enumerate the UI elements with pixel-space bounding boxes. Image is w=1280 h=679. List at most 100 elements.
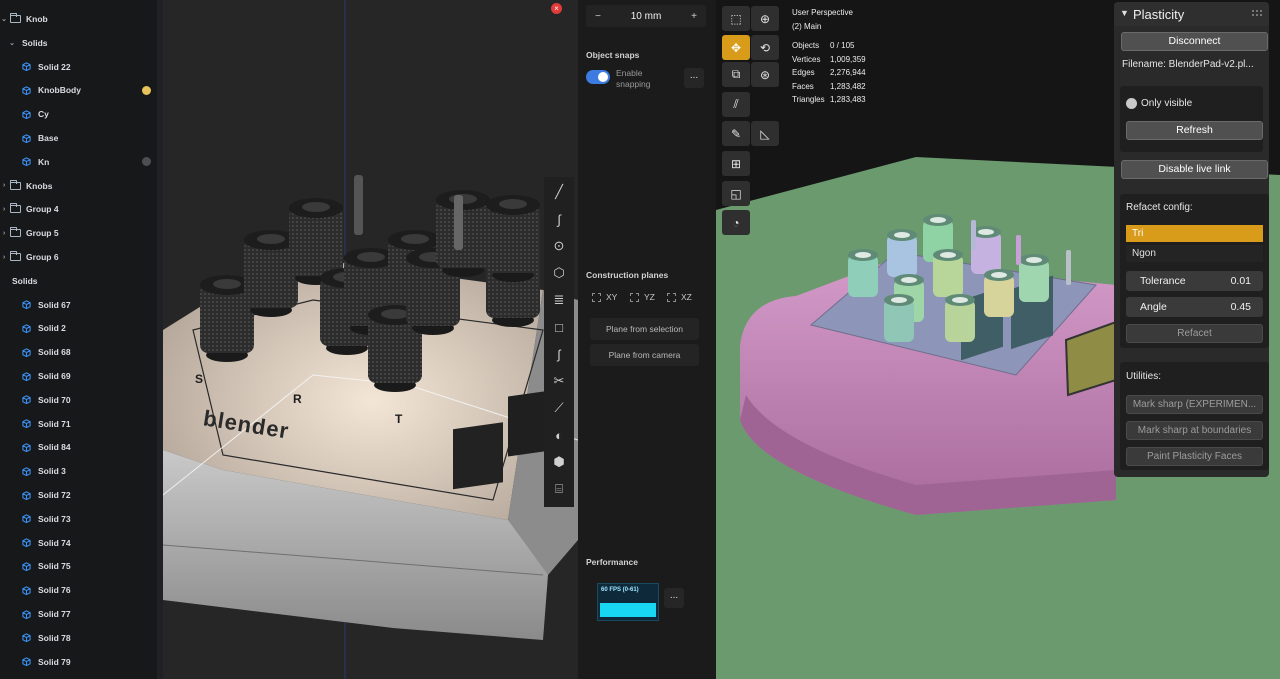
plane-yz-button[interactable]: YZ (630, 290, 655, 304)
measure-tool[interactable]: ◺ (751, 121, 779, 146)
mark-sharp-boundaries-button[interactable]: Mark sharp at boundaries (1126, 421, 1263, 440)
mark-sharp-experimental-button[interactable]: Mark sharp (EXPERIMEN... (1126, 395, 1263, 414)
chevron-down-icon[interactable]: ▼ (1120, 8, 1129, 18)
plasticity-viewport[interactable]: S R T blender (163, 0, 578, 679)
line-tool-icon[interactable]: ╱ (550, 183, 568, 201)
polygon-tool-icon[interactable]: ⬡ (550, 264, 568, 282)
disconnect-button[interactable]: Disconnect (1121, 32, 1268, 51)
chevron-right-icon[interactable]: › (0, 182, 8, 189)
select-box-tool[interactable]: ⬚ (722, 6, 750, 31)
visibility-dot[interactable] (142, 157, 151, 167)
cursor-tool[interactable]: ⊕ (751, 6, 779, 31)
plane-from-camera-button[interactable]: Plane from camera (590, 344, 699, 366)
refacet-button[interactable]: Refacet (1126, 324, 1263, 343)
database-tool-icon[interactable]: ⌸ (550, 480, 568, 498)
curve-tool-icon[interactable]: ∫ (550, 210, 568, 228)
folder-icon (10, 251, 21, 261)
outliner-item[interactable]: Solid 74 (0, 532, 163, 554)
visibility-dot[interactable] (142, 85, 151, 95)
outliner-item[interactable]: Solid 84 (0, 436, 163, 458)
outliner-item[interactable]: Solid 73 (0, 508, 163, 530)
snap-options-button[interactable]: ... (684, 68, 704, 88)
outliner-item[interactable]: Cy (0, 103, 163, 125)
outliner-item[interactable]: ⌄ Knob (0, 8, 163, 30)
disable-live-link-button[interactable]: Disable live link (1121, 160, 1268, 179)
transform-tool[interactable]: ⊛ (751, 62, 779, 87)
facet-mode-ngon[interactable]: Ngon (1126, 245, 1263, 262)
outliner-item[interactable]: Solid 70 (0, 389, 163, 411)
circle-tool-icon[interactable]: ⊙ (550, 237, 568, 255)
add-cube-tool[interactable]: ⊞ (722, 151, 750, 176)
facet-mode-tri[interactable]: Tri (1126, 225, 1263, 242)
outliner-item[interactable]: Solid 3 (0, 460, 163, 482)
outliner-item[interactable]: Solid 69 (0, 365, 163, 387)
grid-size-stepper[interactable]: − 10 mm + (586, 5, 706, 27)
outliner-item[interactable]: › Group 4 (0, 198, 163, 220)
outliner-item[interactable]: Base (0, 127, 163, 149)
fillet-tool-icon[interactable]: ⟋ (550, 399, 568, 417)
scale-tool[interactable]: ⧉ (722, 62, 750, 87)
enable-snapping-toggle[interactable] (586, 70, 610, 84)
performance-options-button[interactable]: ... (664, 588, 684, 608)
stat-row: Faces 1,283,482 (792, 80, 866, 94)
outliner-item[interactable]: Solid 71 (0, 413, 163, 435)
object-snaps-heading: Object snaps (586, 50, 640, 60)
outliner-item[interactable]: Solid 75 (0, 555, 163, 577)
outliner-item[interactable]: Solid 2 (0, 317, 163, 339)
blender-viewport[interactable]: ⬚ ⊕ ✥ ⟲ ⧉ ⊛ ⫽ ✎ ◺ ⊞ ◱ ◔ User Perspective… (716, 0, 1280, 679)
refresh-button[interactable]: Refresh (1126, 121, 1263, 140)
outliner-panel: ⌄ Knob ⌄ Solids Solid 22 KnobBody Cy Base Kn › Kno… (0, 0, 163, 679)
rectangle-tool-icon[interactable]: □ (550, 318, 568, 336)
outliner-item[interactable]: Solid 22 (0, 56, 163, 78)
outliner-item[interactable]: Solid 77 (0, 603, 163, 625)
outliner-item[interactable]: › Group 6 (0, 246, 163, 268)
outliner-item[interactable]: › Knobs (0, 175, 163, 197)
increment-button[interactable]: + (682, 11, 706, 22)
chevron-down-icon[interactable]: ⌄ (8, 39, 16, 47)
draw-tool[interactable]: ✎ (722, 121, 750, 146)
scissors-tool-icon[interactable]: ✂ (550, 372, 568, 390)
stat-value: 1,009,359 (830, 54, 866, 64)
outliner-item[interactable]: Solid 68 (0, 341, 163, 363)
outliner-item-label: Kn (38, 156, 50, 167)
chevron-right-icon[interactable]: › (0, 230, 8, 237)
scale-icon: ⧉ (731, 67, 741, 81)
outliner-item[interactable]: Solids (0, 270, 163, 292)
only-visible-radio[interactable] (1126, 98, 1137, 109)
paint-plasticity-faces-button[interactable]: Paint Plasticity Faces (1126, 447, 1263, 466)
cylinder-tool-icon[interactable]: ≣ (550, 291, 568, 309)
outliner-item[interactable]: Solid 80 (0, 674, 163, 679)
extrude-tool[interactable]: ◱ (722, 181, 750, 206)
plane-xz-button[interactable]: XZ (667, 290, 692, 304)
drag-handle-icon[interactable] (1252, 10, 1262, 16)
outliner-item[interactable]: Kn (0, 151, 163, 173)
outliner-item[interactable]: › Group 5 (0, 222, 163, 244)
rotate-tool[interactable]: ⟲ (751, 35, 779, 60)
outliner-item[interactable]: Solid 78 (0, 627, 163, 649)
decrement-button[interactable]: − (586, 11, 610, 22)
outliner-item[interactable]: Solid 79 (0, 651, 163, 673)
chevron-right-icon[interactable]: › (0, 254, 8, 261)
box-tool-icon[interactable]: ⬢ (550, 453, 568, 471)
outliner-item[interactable]: ⌄ Solids (0, 32, 163, 54)
tolerance-field[interactable]: Tolerance 0.01 (1126, 271, 1263, 291)
outliner-item[interactable]: Solid 67 (0, 294, 163, 316)
plane-xy-button[interactable]: XY (592, 290, 617, 304)
move-tool[interactable]: ✥ (722, 35, 750, 60)
spin-tool[interactable]: ◔ (722, 210, 750, 235)
plane-from-selection-button[interactable]: Plane from selection (590, 318, 699, 340)
spline-tool-icon[interactable]: ʃ (550, 345, 568, 363)
plasticity-panel-header[interactable]: ▼ Plasticity (1114, 2, 1269, 26)
sphere-tool-icon[interactable]: ◐ (550, 426, 568, 444)
outliner-item[interactable]: KnobBody (0, 79, 163, 101)
close-icon[interactable]: × (551, 3, 562, 14)
chevron-right-icon[interactable]: › (0, 206, 8, 213)
outliner-item[interactable]: Solid 76 (0, 579, 163, 601)
chevron-down-icon[interactable]: ⌄ (0, 15, 8, 23)
grid-size-value[interactable]: 10 mm (610, 11, 682, 22)
outliner-item-label: Solid 72 (38, 490, 71, 500)
outliner-item[interactable]: Solid 72 (0, 484, 163, 506)
outliner-item-label: Solid 75 (38, 561, 71, 572)
annotate-tool[interactable]: ⫽ (722, 92, 750, 117)
angle-field[interactable]: Angle 0.45 (1126, 297, 1263, 317)
